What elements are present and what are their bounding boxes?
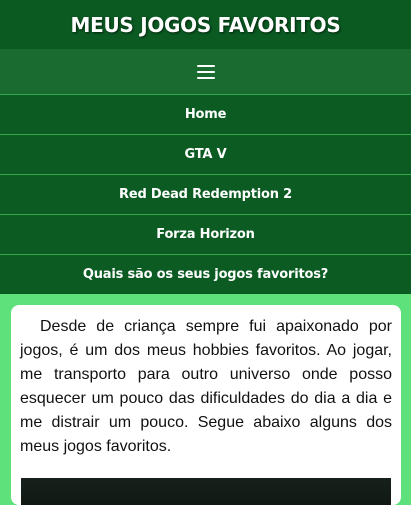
nav-item-red-dead-redemption-2[interactable]: Red Dead Redemption 2 xyxy=(0,175,411,215)
nav-item-home[interactable]: Home xyxy=(0,95,411,135)
nav-item-gta-v[interactable]: GTA V xyxy=(0,135,411,175)
main-nav: Home GTA V Red Dead Redemption 2 Forza H… xyxy=(0,95,411,294)
menu-toggle-bar[interactable] xyxy=(0,49,411,95)
content-card: Desde de criança sempre fui apaixonado p… xyxy=(11,305,401,505)
site-header: MEUS JOGOS FAVORITOS xyxy=(0,0,411,49)
intro-paragraph: Desde de criança sempre fui apaixonado p… xyxy=(20,318,392,455)
hamburger-menu-icon[interactable] xyxy=(196,64,215,79)
nav-item-forza-horizon[interactable]: Forza Horizon xyxy=(0,215,411,255)
site-title: MEUS JOGOS FAVORITOS xyxy=(70,12,341,37)
nav-item-favorite-games-question[interactable]: Quais são os seus jogos favoritos? xyxy=(0,255,411,294)
